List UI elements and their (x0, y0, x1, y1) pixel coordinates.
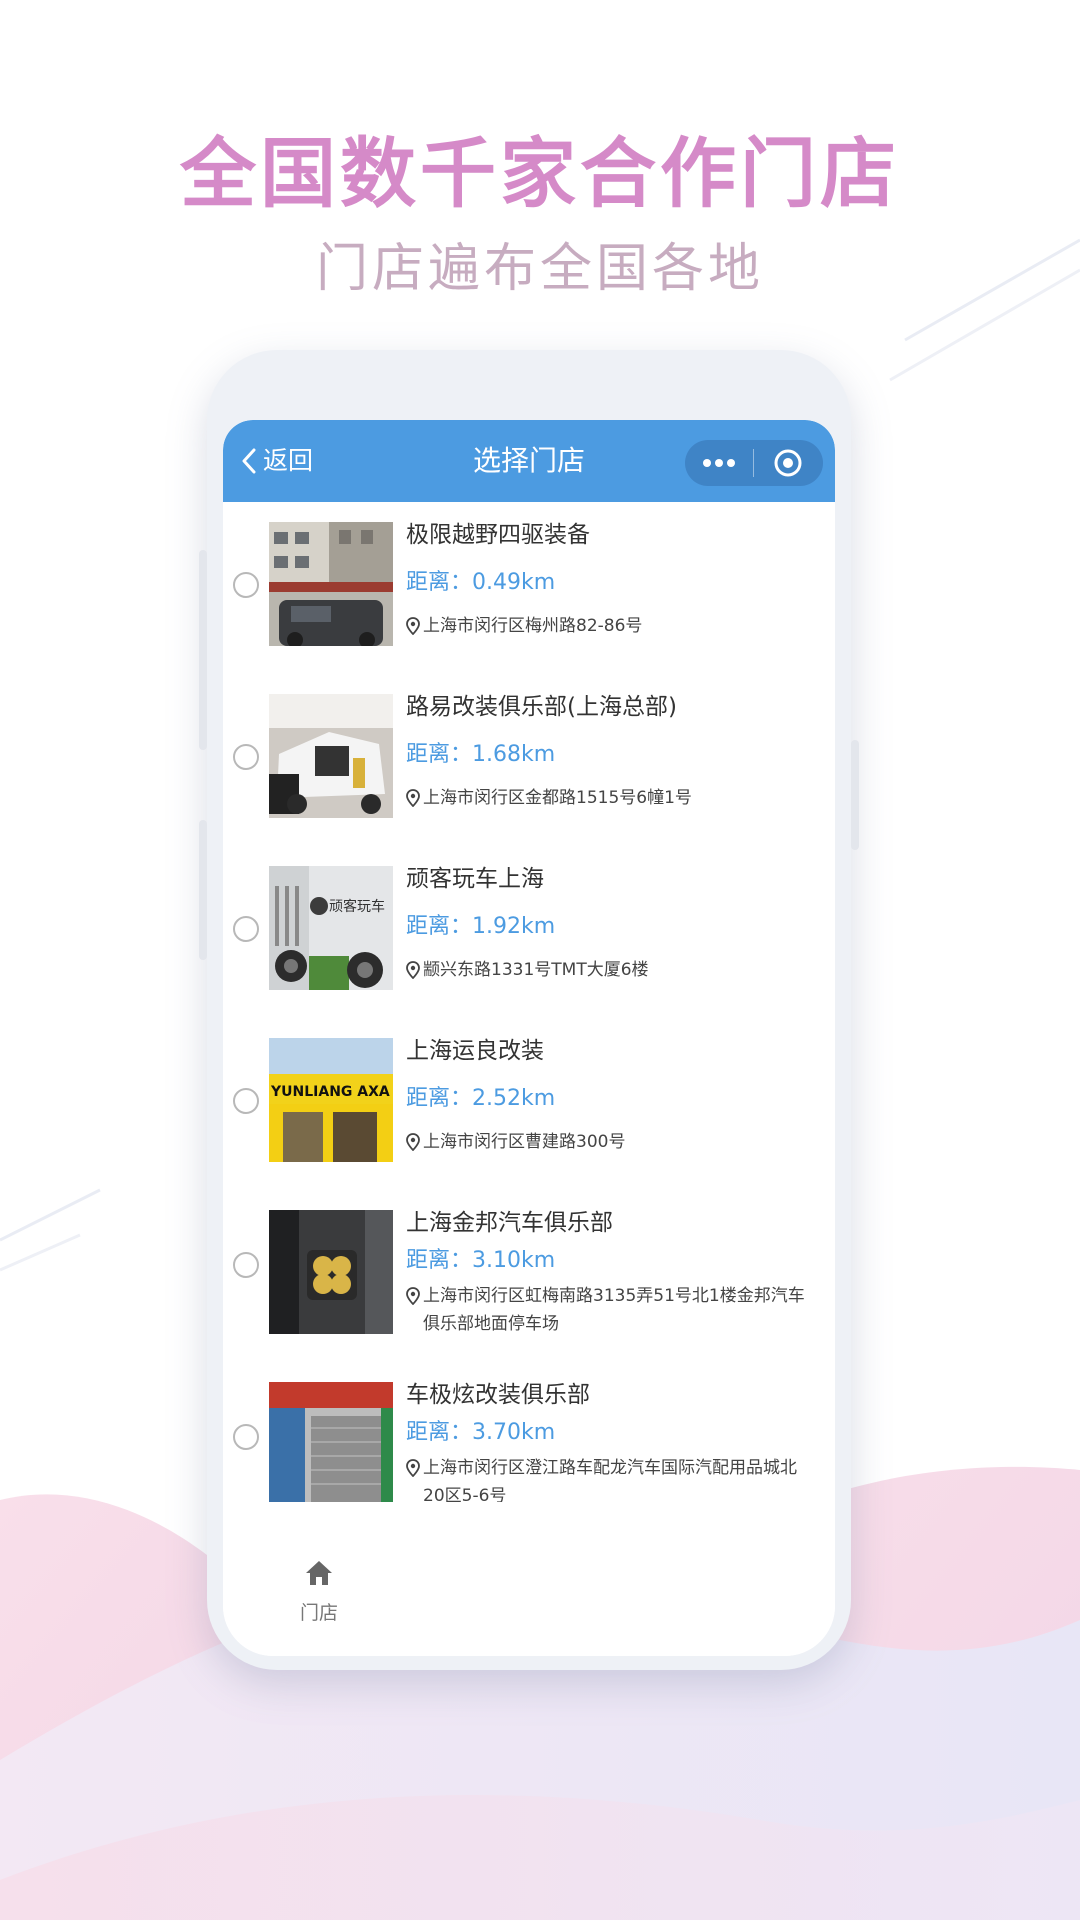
phone-side-button (199, 820, 207, 960)
store-item[interactable]: YUNLIANG AXA 上海运良改装 距离：2.52km 上海市闵行区曹建路3… (223, 1018, 835, 1190)
store-address: 颛兴东路1331号TMT大厦6楼 (406, 956, 816, 984)
store-photo: YUNLIANG AXA (269, 1038, 393, 1162)
location-pin-icon (406, 617, 420, 635)
store-name: 上海运良改装 (406, 1038, 544, 1064)
store-photo (269, 1382, 393, 1502)
close-button[interactable] (754, 440, 822, 486)
more-button[interactable] (685, 440, 753, 486)
location-pin-icon (406, 789, 420, 807)
store-list: 极限越野四驱装备 距离：0.49km 上海市闵行区梅州路82-86号 路易改装俱… (223, 502, 835, 1502)
promo-headline: 全国数千家合作门店 (180, 129, 900, 218)
store-radio[interactable] (233, 744, 259, 770)
location-pin-icon (406, 1287, 420, 1305)
mini-program-capsule (685, 440, 823, 486)
home-icon (306, 1561, 332, 1585)
store-address-text: 颛兴东路1331号TMT大厦6楼 (423, 960, 649, 980)
navigation-bar: 返回 选择门店 (223, 420, 835, 502)
store-name: 车极炫改装俱乐部 (406, 1382, 590, 1408)
store-distance: 距离：3.70km (406, 1420, 556, 1445)
store-name: 上海金邦汽车俱乐部 (406, 1210, 613, 1236)
store-distance: 距离：1.92km (406, 914, 556, 939)
store-sign-text: YUNLIANG AXA (270, 1084, 390, 1100)
store-address: 上海市闵行区虹梅南路3135弄51号北1楼金邦汽车俱乐部地面停车场 (406, 1282, 816, 1338)
more-dots-icon (703, 459, 735, 467)
store-name: 路易改装俱乐部(上海总部) (406, 694, 677, 720)
location-pin-icon (406, 1133, 420, 1151)
store-address-text: 上海市闵行区梅州路82-86号 (423, 616, 643, 636)
store-distance: 距离：2.52km (406, 1086, 556, 1111)
store-distance: 距离：1.68km (406, 742, 556, 767)
store-distance: 距离：3.10km (406, 1248, 556, 1273)
store-radio[interactable] (233, 1088, 259, 1114)
store-address-text: 上海市闵行区金都路1515号6幢1号 (423, 788, 692, 808)
store-photo (269, 522, 393, 646)
promo-subline: 门店遍布全国各地 (315, 239, 764, 299)
store-item[interactable]: 上海金邦汽车俱乐部 距离：3.10km 上海市闵行区虹梅南路3135弄51号北1… (223, 1190, 835, 1362)
store-item[interactable]: 车极炫改装俱乐部 距离：3.70km 上海市闵行区澄江路车配龙汽车国际汽配用品城… (223, 1362, 835, 1502)
store-address: 上海市闵行区澄江路车配龙汽车国际汽配用品城北20区5-6号 (406, 1454, 816, 1502)
close-target-icon (774, 449, 802, 477)
store-photo: 顽客玩车 (269, 866, 393, 990)
store-address-text: 上海市闵行区澄江路车配龙汽车国际汽配用品城北20区5-6号 (423, 1458, 797, 1502)
store-radio[interactable] (233, 572, 259, 598)
phone-side-button (199, 550, 207, 750)
store-address: 上海市闵行区曹建路300号 (406, 1128, 816, 1156)
store-item[interactable]: 极限越野四驱装备 距离：0.49km 上海市闵行区梅州路82-86号 (223, 502, 835, 674)
store-address: 上海市闵行区金都路1515号6幢1号 (406, 784, 816, 812)
store-photo (269, 1210, 393, 1334)
store-item[interactable]: 路易改装俱乐部(上海总部) 距离：1.68km 上海市闵行区金都路1515号6幢… (223, 674, 835, 846)
store-address-text: 上海市闵行区曹建路300号 (423, 1132, 626, 1152)
tab-stores[interactable]: 门店 (263, 1558, 375, 1648)
phone-mockup: 返回 选择门店 极限越野四驱装备 距离：0.49km 上海市闵行区梅州路82-8… (199, 350, 859, 1670)
store-sign-text: 顽客玩车 (329, 898, 385, 915)
store-radio[interactable] (233, 1424, 259, 1450)
location-pin-icon (406, 1459, 420, 1477)
store-address-text: 上海市闵行区虹梅南路3135弄51号北1楼金邦汽车俱乐部地面停车场 (423, 1286, 805, 1334)
store-radio[interactable] (233, 1252, 259, 1278)
store-radio[interactable] (233, 916, 259, 942)
tab-bar: 门店 (223, 1550, 835, 1656)
store-name: 极限越野四驱装备 (406, 522, 590, 548)
app-screen: 返回 选择门店 极限越野四驱装备 距离：0.49km 上海市闵行区梅州路82-8… (223, 420, 835, 1656)
store-item[interactable]: 顽客玩车 顽客玩车上海 距离：1.92km 颛兴东路1331号TMT大厦6楼 (223, 846, 835, 1018)
store-address: 上海市闵行区梅州路82-86号 (406, 612, 816, 640)
store-name: 顽客玩车上海 (406, 866, 544, 892)
store-distance: 距离：0.49km (406, 570, 556, 595)
phone-side-button (851, 740, 859, 850)
store-photo (269, 694, 393, 818)
location-pin-icon (406, 961, 420, 979)
tab-stores-label: 门店 (299, 1602, 338, 1624)
